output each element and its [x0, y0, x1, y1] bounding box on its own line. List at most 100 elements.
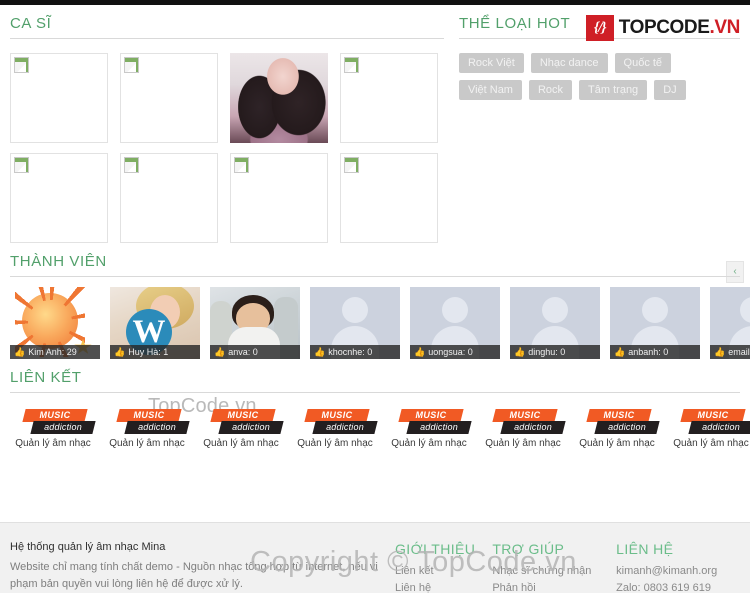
music-addiction-logo: MUSIC addiction: [480, 409, 566, 435]
banner-bottom-text: addiction: [138, 422, 176, 432]
artist-cell[interactable]: [340, 53, 438, 143]
member-label: 👍 emailcuatoi: [710, 345, 750, 359]
member-card[interactable]: 👍 dinghu: 0: [510, 287, 600, 359]
member-label: 👍 dinghu: 0: [510, 345, 600, 359]
music-addiction-logo: MUSIC addiction: [574, 409, 660, 435]
member-card[interactable]: 👍 anva: 0: [210, 287, 300, 359]
banner-bottom-text: addiction: [44, 422, 82, 432]
thumbs-up-icon: 👍: [714, 347, 726, 357]
link-banner[interactable]: MUSIC addiction Quản lý âm nhạc: [198, 409, 284, 449]
topcode-wordmark: TOPCODE.VN: [618, 17, 741, 39]
link-banner[interactable]: MUSIC addiction Quản lý âm nhạc: [480, 409, 566, 449]
footer-link[interactable]: Liên hệ: [395, 580, 492, 597]
links-heading-rule: [10, 392, 740, 393]
genre-tag[interactable]: Rock Việt: [458, 53, 524, 73]
thumbs-up-icon: 👍: [14, 347, 26, 357]
link-caption: Quản lý âm nhạc: [485, 438, 561, 449]
footer-contact-zalo: Zalo: 0803 619 619: [616, 582, 711, 594]
member-card[interactable]: 👍 anbanh: 0: [610, 287, 700, 359]
footer-column-contact: LIÊN HỆ kimanh@kimanh.org Zalo: 0803 619…: [616, 541, 740, 597]
links-heading: LIÊN KẾT: [10, 369, 82, 386]
member-label: 👍 Huy Hà: 1: [110, 345, 200, 359]
link-banner[interactable]: MUSIC addiction Quản lý âm nhạc: [104, 409, 190, 449]
brand-top-text: TOP: [618, 17, 657, 38]
members-section: THÀNH VIÊN 👍 Kim Anh: 29 W 👍 Huy Hà: 1 👍…: [0, 243, 750, 359]
banner-bottom-text: addiction: [608, 422, 646, 432]
member-name-count: anbanh: 0: [628, 347, 669, 357]
footer-link[interactable]: Phản hồi: [492, 580, 616, 597]
thumbs-up-icon: 👍: [614, 347, 626, 357]
member-card[interactable]: W 👍 Huy Hà: 1: [110, 287, 200, 359]
artist-cell[interactable]: [120, 53, 218, 143]
genre-tag[interactable]: Rock: [528, 80, 573, 100]
links-section: LIÊN KẾT MUSIC addiction Quản lý âm nhạc…: [0, 359, 750, 449]
music-addiction-logo: MUSIC addiction: [668, 409, 750, 435]
member-label: 👍 anva: 0: [210, 345, 300, 359]
genre-tag[interactable]: Việt Nam: [458, 80, 522, 100]
members-list: 👍 Kim Anh: 29 W 👍 Huy Hà: 1 👍 anva: 0 👍 …: [10, 287, 750, 359]
member-label: 👍 anbanh: 0: [610, 345, 700, 359]
banner-bottom-text: addiction: [702, 422, 740, 432]
music-addiction-logo: MUSIC addiction: [386, 409, 472, 435]
artists-grid: [10, 49, 444, 243]
link-caption: Quản lý âm nhạc: [391, 438, 467, 449]
artists-heading: CA SĨ: [10, 15, 52, 32]
brand-code-text: CODE: [656, 17, 710, 38]
members-heading-rule: [10, 276, 740, 277]
link-caption: Quản lý âm nhạc: [109, 438, 185, 449]
topcode-mark-icon: {/}: [585, 15, 614, 41]
member-label: 👍 khocnhe: 0: [310, 345, 400, 359]
member-card[interactable]: 👍 uongsua: 0: [410, 287, 500, 359]
thumbs-up-icon: 👍: [214, 347, 226, 357]
member-name-count: Kim Anh: 29: [28, 347, 77, 357]
members-heading: THÀNH VIÊN: [10, 253, 107, 270]
artist-cell[interactable]: [230, 53, 328, 143]
watermark-copyright: Copyright © TopCode.vn: [250, 546, 577, 578]
member-label: 👍 Kim Anh: 29: [10, 345, 100, 359]
member-name-count: emailcuatoi: [728, 347, 750, 357]
member-name-count: Huy Hà: 1: [128, 347, 169, 357]
music-addiction-logo: MUSIC addiction: [292, 409, 378, 435]
artist-cell[interactable]: [340, 153, 438, 243]
genre-tag[interactable]: DJ: [654, 80, 686, 100]
banner-bottom-text: addiction: [420, 422, 458, 432]
member-name-count: uongsua: 0: [428, 347, 473, 357]
artist-cell[interactable]: [120, 153, 218, 243]
link-caption: Quản lý âm nhạc: [15, 438, 91, 449]
member-card[interactable]: 👍 emailcuatoi: [710, 287, 750, 359]
music-addiction-logo: MUSIC addiction: [10, 409, 96, 435]
artist-cell[interactable]: [230, 153, 328, 243]
member-card[interactable]: 👍 khocnhe: 0: [310, 287, 400, 359]
genre-tag[interactable]: Nhạc dance: [530, 53, 608, 73]
artists-heading-rule: [10, 38, 444, 39]
thumbs-up-icon: 👍: [414, 347, 426, 357]
member-label: 👍 uongsua: 0: [410, 345, 500, 359]
thumbs-up-icon: 👍: [114, 347, 126, 357]
banner-bottom-text: addiction: [514, 422, 552, 432]
link-banner[interactable]: MUSIC addiction Quản lý âm nhạc: [10, 409, 96, 449]
genre-tag[interactable]: Tâm trạng: [579, 80, 648, 100]
genre-tag[interactable]: Quốc tế: [614, 53, 672, 73]
topcode-logo[interactable]: {/} TOPCODE.VN: [585, 15, 741, 41]
brand-vn-text: .VN: [709, 17, 741, 38]
member-name-count: khocnhe: 0: [328, 347, 373, 357]
link-banner[interactable]: MUSIC addiction Quản lý âm nhạc: [668, 409, 750, 449]
link-banner[interactable]: MUSIC addiction Quản lý âm nhạc: [386, 409, 472, 449]
member-card[interactable]: 👍 Kim Anh: 29: [10, 287, 100, 359]
link-caption: Quản lý âm nhạc: [203, 438, 279, 449]
link-banner[interactable]: MUSIC addiction Quản lý âm nhạc: [292, 409, 378, 449]
footer-contact-email[interactable]: kimanh@kimanh.org: [616, 563, 740, 580]
genre-tag-list: Rock Việt Nhạc dance Quốc tế Việt Nam Ro…: [458, 49, 740, 100]
music-addiction-logo: MUSIC addiction: [104, 409, 190, 435]
link-caption: Quản lý âm nhạc: [579, 438, 655, 449]
link-banner-list: MUSIC addiction Quản lý âm nhạc MUSIC ad…: [10, 403, 750, 449]
link-caption: Quản lý âm nhạc: [673, 438, 749, 449]
page: {/} TOPCODE.VN CA SĨ THỂ LOẠI HOT Rock V…: [0, 5, 750, 594]
banner-bottom-text: addiction: [232, 422, 270, 432]
member-name-count: anva: 0: [228, 347, 258, 357]
artist-cell[interactable]: [10, 53, 108, 143]
link-banner[interactable]: MUSIC addiction Quản lý âm nhạc: [574, 409, 660, 449]
artist-cell[interactable]: [10, 153, 108, 243]
artists-section: CA SĨ: [10, 5, 444, 243]
thumbs-up-icon: 👍: [514, 347, 526, 357]
